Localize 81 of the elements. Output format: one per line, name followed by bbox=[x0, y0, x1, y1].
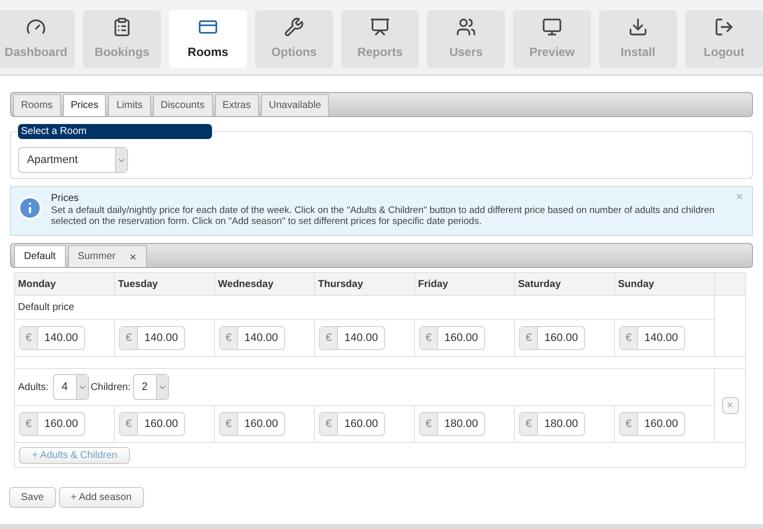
adults-select[interactable]: 4 bbox=[52, 374, 89, 400]
currency-label: € bbox=[20, 413, 38, 435]
price-value: 160.00 bbox=[343, 416, 379, 432]
price-field[interactable]: € 140.00 bbox=[319, 326, 385, 350]
currency-label: € bbox=[620, 327, 638, 349]
price-value: 160.00 bbox=[643, 416, 679, 432]
download-icon bbox=[628, 17, 648, 37]
price-field[interactable]: € 160.00 bbox=[619, 412, 685, 436]
price-value: 140.00 bbox=[243, 330, 279, 346]
info-text: Set a default daily/nightly price for each date of the week. Click on the "Adults & Children" button to add different price based on number of adults and children selected on the reservation form. Click on "Add season" to set different prices for specific date periods. bbox=[51, 205, 716, 227]
tab[interactable]: Rooms bbox=[13, 94, 61, 116]
clipboard-icon bbox=[112, 17, 132, 37]
save-button[interactable]: Save bbox=[9, 487, 56, 508]
section-legend: Select a Room bbox=[18, 124, 212, 139]
info-icon bbox=[17, 195, 43, 221]
column-header: Thursday bbox=[314, 272, 414, 296]
price-field[interactable]: € 180.00 bbox=[519, 412, 585, 436]
price-field[interactable]: € 160.00 bbox=[219, 412, 285, 436]
price-field[interactable]: € 180.00 bbox=[419, 412, 485, 436]
column-header: Sunday bbox=[614, 272, 714, 296]
currency-label: € bbox=[420, 413, 438, 435]
children-label: Children: bbox=[90, 380, 131, 394]
price-value: 180.00 bbox=[443, 416, 479, 432]
price-field[interactable]: € 140.00 bbox=[219, 326, 285, 350]
row-label: Default price bbox=[18, 302, 74, 313]
price-field[interactable]: € 160.00 bbox=[19, 412, 85, 436]
presentation-board-icon bbox=[370, 17, 390, 37]
currency-label: € bbox=[320, 413, 338, 435]
wrench-icon bbox=[284, 17, 304, 37]
price-field[interactable]: € 160.00 bbox=[519, 326, 585, 350]
price-value: 140.00 bbox=[643, 330, 679, 346]
price-value: 160.00 bbox=[143, 416, 179, 432]
price-value: 160.00 bbox=[243, 416, 279, 432]
currency-label: € bbox=[220, 413, 238, 435]
column-header: Tuesday bbox=[114, 272, 214, 296]
currency-label: € bbox=[320, 327, 338, 349]
children-select[interactable]: 2 bbox=[132, 374, 169, 400]
column-header: Friday bbox=[414, 272, 514, 296]
price-value: 180.00 bbox=[543, 416, 579, 432]
season-tab[interactable]: Summer bbox=[68, 245, 148, 267]
price-value: 160.00 bbox=[443, 330, 479, 346]
column-header: Monday bbox=[14, 272, 114, 296]
nav-tab[interactable]: Rooms bbox=[169, 10, 247, 68]
column-header: Saturday bbox=[514, 272, 614, 296]
info-title: Prices bbox=[51, 193, 80, 205]
users-icon bbox=[456, 17, 476, 37]
price-field[interactable]: € 160.00 bbox=[119, 412, 185, 436]
currency-label: € bbox=[120, 413, 138, 435]
close-icon bbox=[726, 401, 734, 410]
tab[interactable]: Discounts bbox=[152, 94, 213, 116]
price-value: 160.00 bbox=[43, 416, 79, 432]
price-field[interactable]: € 140.00 bbox=[19, 326, 85, 350]
currency-label: € bbox=[120, 327, 138, 349]
currency-label: € bbox=[420, 327, 438, 349]
tab[interactable]: Limits bbox=[108, 94, 151, 116]
adults-label: Adults: bbox=[18, 380, 49, 394]
column-header: Wednesday bbox=[214, 272, 314, 296]
price-field[interactable]: € 160.00 bbox=[319, 412, 385, 436]
add-season-button[interactable]: + Add season bbox=[58, 487, 144, 508]
price-value: 160.00 bbox=[543, 330, 579, 346]
currency-label: € bbox=[520, 327, 538, 349]
currency-label: € bbox=[220, 327, 238, 349]
monitor-icon bbox=[542, 17, 562, 37]
currency-label: € bbox=[20, 327, 38, 349]
price-value: 140.00 bbox=[343, 330, 379, 346]
tab[interactable]: Extras bbox=[214, 94, 259, 116]
price-field[interactable]: € 160.00 bbox=[419, 326, 485, 350]
close-icon[interactable] bbox=[735, 192, 744, 201]
tab[interactable]: Unavailable bbox=[260, 94, 330, 116]
logout-icon bbox=[714, 17, 734, 37]
close-icon[interactable] bbox=[129, 252, 138, 260]
tab[interactable]: Prices bbox=[62, 94, 106, 116]
currency-label: € bbox=[620, 413, 638, 435]
price-value: 140.00 bbox=[143, 330, 179, 346]
remove-button[interactable] bbox=[722, 396, 738, 414]
season-tab[interactable]: Default bbox=[14, 245, 66, 267]
currency-label: € bbox=[520, 413, 538, 435]
room-select[interactable]: Apartment bbox=[18, 147, 128, 173]
price-field[interactable]: € 140.00 bbox=[119, 326, 185, 350]
price-value: 140.00 bbox=[43, 330, 79, 346]
price-field[interactable]: € 140.00 bbox=[619, 326, 685, 350]
